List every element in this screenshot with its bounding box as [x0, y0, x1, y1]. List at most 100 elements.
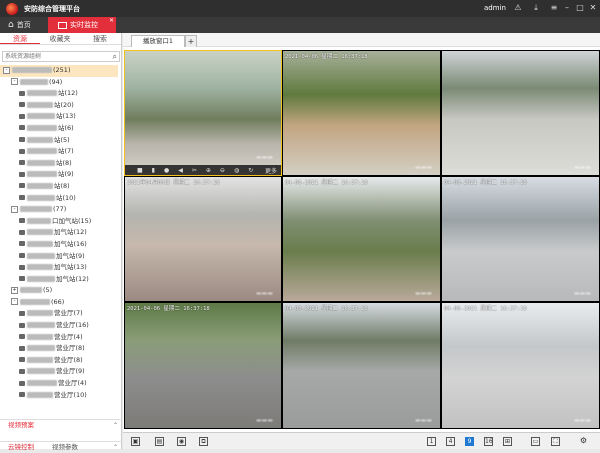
tree-item[interactable]: 口加气站(15) [0, 216, 118, 228]
video-timestamp: 04-06-2021 星期二 16:37:18 [285, 306, 368, 312]
bottom-toolbar: ▣ ▤ ◉ ⧉ 1 4 9 16 ⊞ ▭ ⛶ ⚙ [123, 432, 600, 449]
video-cell[interactable]: 04-06-2021 星期二 16:37:18 ▬▬▬ [282, 176, 441, 302]
menu-icon[interactable]: ≡ [549, 3, 559, 13]
expand-icon[interactable]: + [11, 286, 18, 294]
panel-video-plan[interactable]: 视频预案 ⌃ [0, 419, 122, 430]
tree-item[interactable]: 站(8) [0, 158, 118, 170]
tree-item[interactable]: 营业厅(8) [0, 343, 118, 355]
add-window-button[interactable]: + [185, 35, 197, 47]
redacted-name [27, 171, 57, 178]
collapse-icon[interactable]: - [11, 298, 18, 306]
sidebar-bottom-panels: 视频预案 ⌃ 云镜控制 视频参数 ⌃ [0, 419, 122, 452]
video-cell[interactable]: 04-06-2021 星期二 16:37:18 ▬▬▬ [441, 302, 600, 429]
tree-item[interactable]: 营业厅(16) [0, 320, 118, 332]
video-cell[interactable]: ▬▬▬ ■ ▮ ● ◀ ✂ ⊕ ⊖ ◍ ↻ 更多 [124, 50, 282, 176]
tree-item[interactable]: 站(7) [0, 146, 118, 158]
collapse-icon[interactable]: - [11, 78, 18, 86]
collapse-icon[interactable]: - [11, 205, 18, 213]
video-cell[interactable]: 04-06-2021 星期二 16:37:18 ▬▬▬ [441, 176, 600, 302]
more-button[interactable]: 更多 [265, 166, 277, 175]
tree-item-label: 加气站(16) [54, 239, 87, 248]
snapshot-icon[interactable]: ◉ [177, 437, 186, 446]
tree-item[interactable]: 站(13) [0, 111, 118, 123]
camera-icon[interactable]: ◍ [234, 167, 239, 174]
pause-icon[interactable]: ▮ [152, 167, 155, 174]
tree-item[interactable]: 站(12) [0, 88, 118, 100]
record-icon[interactable]: ⧉ [199, 437, 208, 446]
tree-item-label: (94) [49, 77, 63, 86]
panel-video-params-label[interactable]: 视频参数 [52, 442, 78, 453]
search-icon[interactable]: ⌕ [113, 52, 117, 61]
tree-item[interactable]: - (94) [0, 77, 118, 89]
redacted-camera-name: ▬▬▬ [573, 290, 591, 297]
tree-item-label: 站(20) [54, 100, 74, 109]
tree-item[interactable]: 站(8) [0, 181, 118, 193]
ptz-icon[interactable]: ↻ [248, 167, 253, 174]
layout-custom-icon[interactable]: ⊞ [503, 437, 512, 446]
tree-item-label: 站(12) [58, 89, 78, 98]
tab-favorites[interactable]: 收藏夹 [40, 33, 80, 44]
tree-item[interactable]: 营业厅(9) [0, 366, 118, 378]
fullscreen-icon[interactable]: ⛶ [551, 437, 560, 446]
panel-ptz[interactable]: 云镜控制 视频参数 ⌃ [0, 441, 122, 452]
tree-item[interactable]: 营业厅(8) [0, 355, 118, 367]
tab-live-monitor-label: 实时监控 [70, 21, 98, 29]
tree-item[interactable]: 加气站(12) [0, 227, 118, 239]
video-cell[interactable]: 04-06-2021 星期二 16:37:18 ▬▬▬ [282, 302, 441, 429]
save-layout-icon[interactable]: ▣ [131, 437, 140, 446]
video-cell[interactable]: ▬▬▬ [441, 50, 600, 176]
capture-icon[interactable]: ▤ [155, 437, 164, 446]
tab-search[interactable]: 搜索 [80, 33, 120, 44]
minimize-icon[interactable]: – [562, 3, 572, 13]
video-cell[interactable]: 2021-04-06 星期二 16:37:18 ▬▬▬ [282, 50, 441, 176]
tree-item[interactable]: + (5) [0, 285, 118, 297]
warning-icon[interactable]: ⚠ [513, 3, 523, 13]
tab-play-window-1[interactable]: 播放窗口1 [131, 35, 185, 47]
tree-item[interactable]: 站(5) [0, 135, 118, 147]
record-icon[interactable]: ● [164, 167, 169, 174]
resource-tree: - (251) - (94) 站(12) 站(20) 站(13) 站(6) 站(5) 站(7) 站(… [0, 65, 118, 401]
layout-4-icon[interactable]: 4 [446, 437, 455, 446]
tree-item[interactable]: - (66) [0, 297, 118, 309]
tree-item[interactable]: 加气站(12) [0, 274, 118, 286]
layout-1-icon[interactable]: 1 [427, 437, 436, 446]
maximize-icon[interactable]: □ [575, 3, 585, 13]
tree-item[interactable]: 站(20) [0, 100, 118, 112]
tree-item[interactable]: 营业厅(7) [0, 308, 118, 320]
zoom-out-icon[interactable]: ⊖ [220, 167, 225, 174]
layout-16-icon[interactable]: 16 [484, 437, 493, 446]
tree-item[interactable]: - (251) [0, 65, 118, 77]
video-cell[interactable]: 2021-04-06 星期二 16:37:18 ▬▬▬ [124, 302, 282, 429]
user-name[interactable]: admin [484, 4, 506, 12]
video-cell[interactable]: 2021年04月06日 星期二 16:37:18 ▬▬▬ [124, 176, 282, 302]
redacted-camera-name: ▬▬▬ [414, 164, 432, 171]
tree-item[interactable]: 站(6) [0, 123, 118, 135]
audio-icon[interactable]: ◀ [178, 167, 183, 174]
tree-item[interactable]: 营业厅(10) [0, 390, 118, 402]
stop-icon[interactable]: ■ [137, 167, 143, 174]
resource-sidebar: 资源 收藏夹 搜索 ⌕ - (251) - (94) 站(12) 站(20) 站(13) 站(… [0, 33, 122, 452]
tree-item[interactable]: 加气站(9) [0, 251, 118, 263]
tab-live-monitor[interactable]: 实时监控 ✕ [48, 17, 116, 33]
tree-item[interactable]: - (77) [0, 204, 118, 216]
tree-item[interactable]: 站(9) [0, 169, 118, 181]
layout-9-icon[interactable]: 9 [465, 437, 474, 446]
full-layout-icon[interactable]: ▭ [531, 437, 540, 446]
collapse-icon[interactable]: - [3, 66, 10, 74]
download-icon[interactable]: ⤓ [531, 3, 541, 13]
tree-item[interactable]: 加气站(13) [0, 262, 118, 274]
tab-resource[interactable]: 资源 [0, 33, 40, 44]
camera-icon [19, 102, 25, 108]
search-input[interactable] [3, 52, 103, 61]
tree-item[interactable]: 营业厅(4) [0, 378, 118, 390]
tree-item-label: 营业厅(8) [56, 344, 85, 353]
tree-item[interactable]: 加气站(16) [0, 239, 118, 251]
tree-item[interactable]: 站(10) [0, 193, 118, 205]
tree-item[interactable]: 营业厅(4) [0, 332, 118, 344]
close-icon[interactable]: ✕ [588, 3, 598, 13]
cut-icon[interactable]: ✂ [192, 167, 197, 174]
settings-icon[interactable]: ⚙ [579, 437, 588, 446]
tab-home[interactable]: ⌂ 首页 [8, 17, 50, 33]
zoom-in-icon[interactable]: ⊕ [206, 167, 211, 174]
tab-close-icon[interactable]: ✕ [109, 17, 114, 24]
